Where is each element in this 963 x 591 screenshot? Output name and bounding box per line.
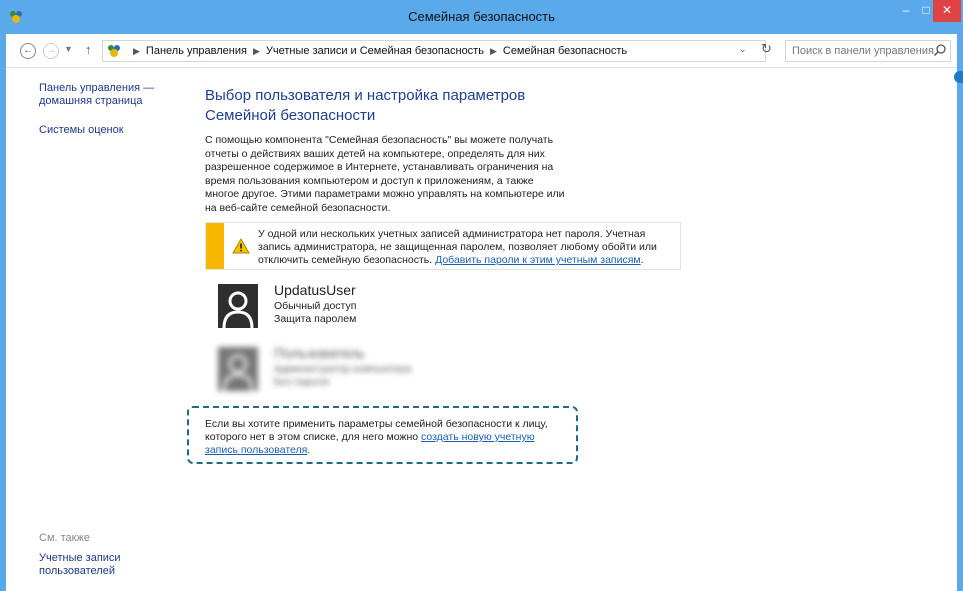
maximize-button[interactable]: □ bbox=[919, 0, 933, 22]
address-bar: ← → ▼ ↑ ▶ Панель управления ▶ Учетные запис… bbox=[6, 34, 957, 68]
user-avatar-icon bbox=[218, 347, 258, 391]
page-title: Выбор пользователя и настройка параметро… bbox=[205, 87, 526, 124]
control-panel-home-link[interactable]: Панель управления — домашняя страница bbox=[39, 82, 189, 108]
address-field[interactable]: ▶ Панель управления ▶ Учетные записи и Семе… bbox=[102, 40, 766, 62]
callout-text: Если вы хотите применить параметры семей… bbox=[205, 418, 570, 457]
user-account-type: Обычный доступ bbox=[274, 300, 357, 312]
recent-locations-dropdown[interactable]: ▼ bbox=[64, 44, 73, 54]
breadcrumb: ▶ Панель управления ▶ Учетные записи и Семе… bbox=[127, 45, 627, 57]
rating-systems-link[interactable]: Системы оценок bbox=[39, 124, 189, 137]
address-dropdown[interactable]: ⌄ bbox=[739, 44, 747, 55]
warning-text: У одной или нескольких учетных записей а… bbox=[258, 228, 678, 267]
close-button[interactable]: ✕ bbox=[933, 0, 961, 22]
add-passwords-link[interactable]: Добавить пароли к этим учетным записям bbox=[435, 254, 641, 266]
breadcrumb-separator-icon: ▶ bbox=[489, 46, 497, 56]
create-account-callout: Если вы хотите применить параметры семей… bbox=[187, 406, 578, 464]
search-icon[interactable] bbox=[933, 43, 947, 57]
refresh-icon[interactable]: ↻ bbox=[761, 41, 772, 57]
user-account-type: Администратор компьютера bbox=[274, 363, 412, 375]
see-also-label: См. также bbox=[39, 532, 90, 544]
left-pane: Панель управления — домашняя страница Си… bbox=[39, 82, 189, 153]
user-password-status: Защита паролем bbox=[274, 313, 357, 325]
breadcrumb-family-safety[interactable]: Семейная безопасность bbox=[503, 45, 627, 57]
callout-end: . bbox=[307, 444, 311, 456]
user-accounts-link[interactable]: Учетные записи пользователей bbox=[39, 552, 159, 578]
title-bar[interactable]: Семейная безопасность – □ ✕ bbox=[0, 0, 963, 34]
breadcrumb-accounts[interactable]: Учетные записи и Семейная безопасность bbox=[266, 45, 484, 57]
search-placeholder: Поиск в панели управления bbox=[792, 45, 934, 57]
back-button[interactable]: ← bbox=[20, 43, 36, 59]
user-avatar-icon bbox=[218, 284, 258, 328]
breadcrumb-control-panel[interactable]: Панель управления bbox=[146, 45, 247, 57]
user-name: Пользователь bbox=[274, 345, 365, 361]
warning-end: . bbox=[640, 254, 644, 266]
user-password-status: Без пароля bbox=[274, 376, 330, 388]
breadcrumb-separator-icon: ▶ bbox=[252, 46, 260, 56]
intro-text: С помощью компонента "Семейная безопасно… bbox=[205, 134, 565, 214]
up-button[interactable]: ↑ bbox=[85, 42, 92, 57]
window-title: Семейная безопасность bbox=[408, 9, 555, 24]
user-name: UpdatusUser bbox=[274, 282, 356, 298]
warning-icon bbox=[232, 238, 250, 254]
warning-banner: У одной или нескольких учетных записей а… bbox=[205, 222, 681, 270]
breadcrumb-separator-icon: ▶ bbox=[133, 46, 140, 56]
warning-stripe bbox=[206, 223, 224, 269]
minimize-button[interactable]: – bbox=[893, 0, 919, 22]
forward-button[interactable]: → bbox=[43, 43, 59, 59]
control-panel-icon bbox=[108, 45, 120, 57]
search-input[interactable]: Поиск в панели управления bbox=[785, 40, 951, 62]
help-icon[interactable] bbox=[954, 71, 963, 83]
